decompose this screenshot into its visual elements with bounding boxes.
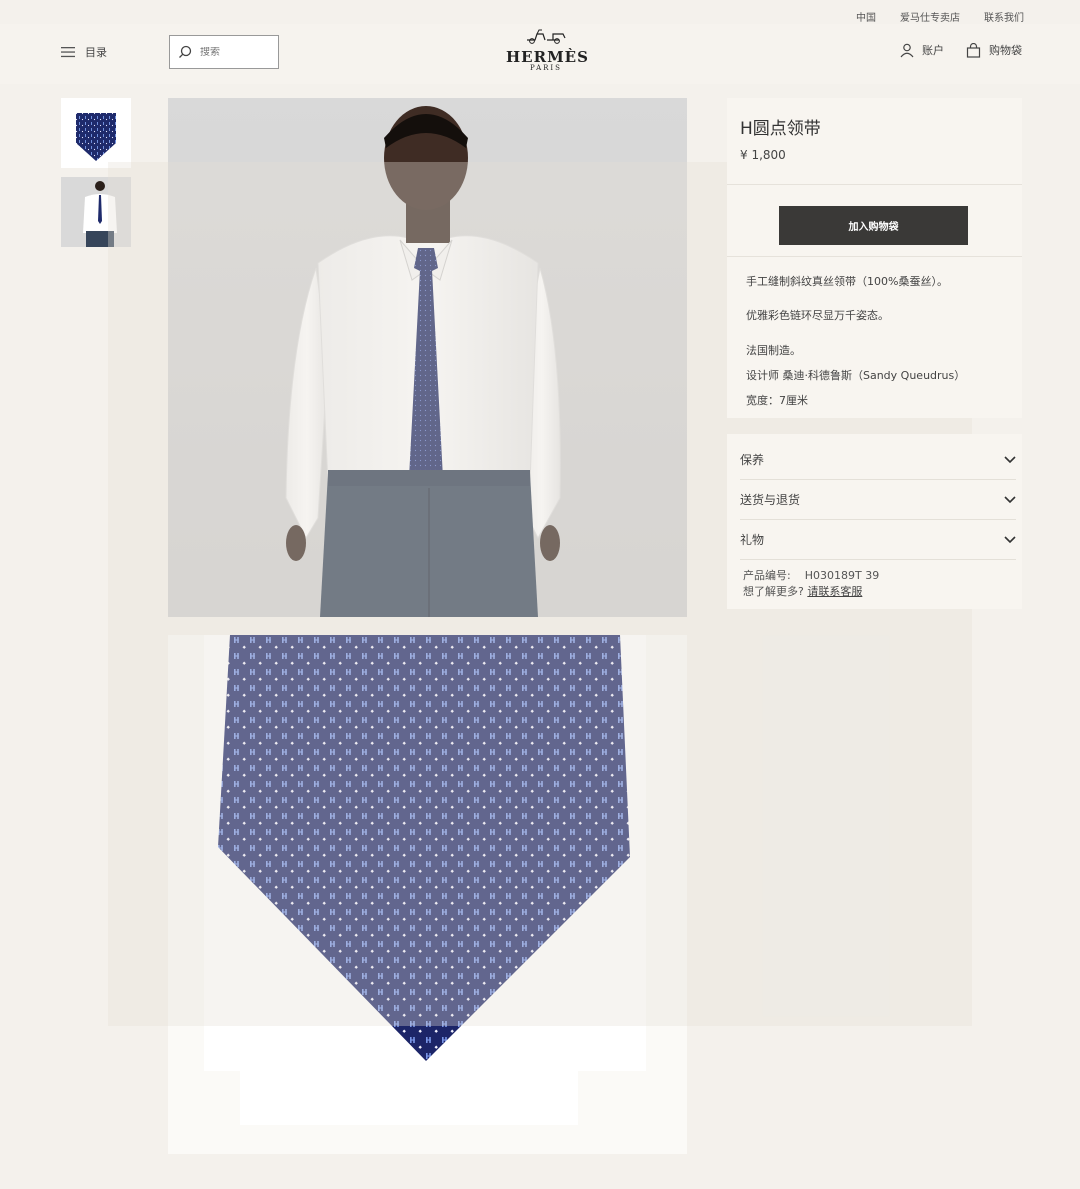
sku-label: 产品编号: (743, 569, 791, 582)
search-box[interactable] (169, 35, 279, 69)
divider (727, 256, 1022, 257)
sku-row: 产品编号: H030189T 39 (743, 567, 879, 583)
accordion-label: 保养 (740, 453, 765, 467)
bag-icon (966, 42, 981, 58)
sku-value: H030189T 39 (804, 569, 880, 582)
account-icon (900, 43, 914, 57)
product-image-model[interactable] (168, 98, 687, 617)
accordion-label: 礼物 (740, 533, 765, 547)
product-title: H圆点领带 (740, 119, 821, 139)
header: 目录 HERMÈS PARIS 账户 购物袋 (0, 24, 1080, 84)
utility-bar: 中国 爱马仕专卖店 联系我们 (856, 9, 1024, 24)
product-image-tie[interactable] (168, 635, 687, 1154)
product-info-card: H圆点领带 ¥ 1,800 加入购物袋 手工缝制斜纹真丝领带（100%桑蚕丝）。… (727, 98, 1022, 418)
chevron-down-icon (1004, 495, 1016, 503)
help-text: 想了解更多? (743, 585, 804, 598)
help-row: 想了解更多? 请联系客服 (743, 583, 862, 599)
account-button[interactable]: 账户 (900, 42, 944, 58)
description-line: 优雅彩色链环尽显万千姿态。 (746, 309, 889, 322)
thumbnail-tie[interactable] (61, 98, 131, 168)
description-line: 宽度：7厘米 (746, 394, 808, 407)
carriage-icon (527, 29, 566, 44)
chevron-down-icon (1004, 535, 1016, 543)
accordion-label: 送货与退货 (740, 493, 801, 507)
thumbnail-model[interactable] (61, 177, 131, 247)
add-to-bag-button[interactable]: 加入购物袋 (779, 206, 968, 245)
bag-label: 购物袋 (989, 44, 1022, 57)
menu-label: 目录 (85, 46, 107, 59)
description-line: 手工缝制斜纹真丝领带（100%桑蚕丝）。 (746, 275, 948, 288)
accordion-gift[interactable]: 礼物 (740, 520, 1016, 560)
model-thumbnail-image (61, 177, 131, 247)
tie-flat-image (204, 635, 646, 1125)
brand-logo[interactable]: HERMÈS PARIS (506, 28, 588, 72)
accordion-shipping[interactable]: 送货与退货 (740, 480, 1016, 520)
search-input[interactable] (200, 46, 270, 58)
description-line: 设计师 桑迪·科德鲁斯（Sandy Queudrus） (746, 369, 966, 382)
menu-button[interactable]: 目录 (61, 44, 107, 60)
account-label: 账户 (922, 44, 944, 57)
stores-link[interactable]: 爱马仕专卖店 (900, 9, 960, 24)
contact-link[interactable]: 联系我们 (984, 9, 1024, 24)
bag-button[interactable]: 购物袋 (966, 42, 1022, 58)
hamburger-icon (61, 47, 75, 58)
accordion-panel: 保养 送货与退货 礼物 产品编号: H030189T 39 想了解更多? 请联系… (727, 434, 1022, 609)
accordion-care[interactable]: 保养 (740, 440, 1016, 480)
tie-thumbnail-image (76, 113, 116, 161)
search-icon (179, 45, 192, 58)
contact-support-link[interactable]: 请联系客服 (807, 585, 862, 598)
product-price: ¥ 1,800 (740, 148, 786, 162)
chevron-down-icon (1004, 455, 1016, 463)
description-line: 法国制造。 (746, 344, 801, 357)
model-image (285, 106, 561, 617)
country-link[interactable]: 中国 (856, 9, 876, 24)
divider (727, 184, 1022, 185)
